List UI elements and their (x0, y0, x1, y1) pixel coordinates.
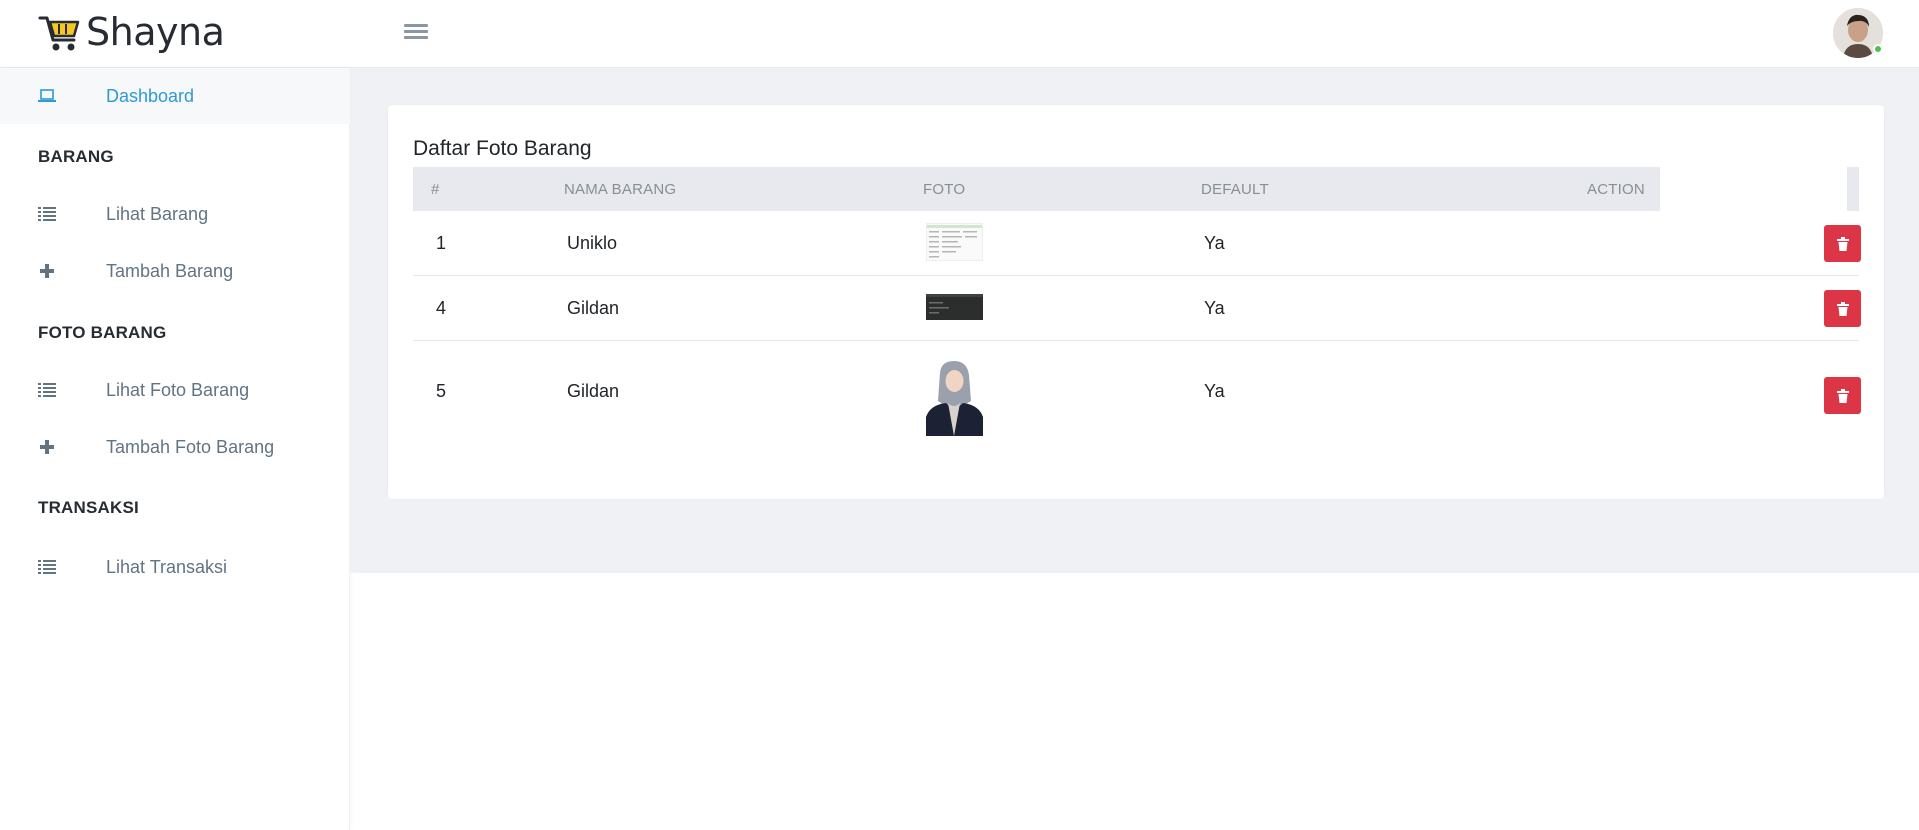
sidebar-heading-transaksi: TRANSAKSI (38, 498, 139, 517)
row-nama-barang: Gildan (567, 381, 620, 401)
delete-button[interactable] (1824, 377, 1861, 414)
delete-button[interactable] (1824, 225, 1861, 262)
column-header-foto: FOTO (923, 181, 966, 198)
list-icon (38, 558, 56, 576)
laptop-icon (38, 87, 56, 105)
sidebar-item-lihat-transaksi[interactable]: Lihat Transaksi (0, 539, 350, 595)
row-nama-barang: Uniklo (567, 233, 618, 253)
sidebar-item-tambah-barang[interactable]: Tambah Barang (0, 243, 350, 299)
online-status-icon (1873, 44, 1883, 54)
row-id: 5 (436, 381, 447, 401)
column-header-number: # (431, 181, 440, 198)
brand-logo[interactable]: Shayna (38, 10, 225, 54)
column-header-action: ACTION (1587, 181, 1645, 198)
table-header-scroll (1847, 167, 1859, 211)
row-default: Ya (1204, 381, 1225, 401)
foto-barang-card: Daftar Foto Barang # NAMA BARANG FOTO DE… (388, 105, 1884, 499)
product-photo[interactable] (926, 294, 983, 320)
sidebar-item-label: Lihat Barang (106, 203, 209, 224)
sidebar-item-lihat-barang[interactable]: Lihat Barang (0, 186, 350, 242)
sidebar-heading-foto-barang: FOTO BARANG (38, 323, 167, 342)
top-header: Shayna (0, 0, 1919, 68)
card-title: Daftar Foto Barang (413, 137, 592, 160)
plus-icon (38, 438, 56, 456)
sidebar-item-label: Lihat Transaksi (106, 556, 228, 577)
column-header-default: DEFAULT (1201, 181, 1269, 198)
trash-icon (1836, 388, 1849, 403)
row-nama-barang: Gildan (567, 298, 620, 318)
plus-icon (38, 262, 56, 280)
product-photo[interactable] (926, 223, 983, 261)
trash-icon (1836, 301, 1849, 316)
row-id: 4 (436, 298, 447, 318)
table-row: 5 Gildan Ya (413, 341, 1861, 441)
sidebar-item-lihat-foto-barang[interactable]: Lihat Foto Barang (0, 362, 350, 418)
hamburger-icon[interactable] (404, 24, 428, 44)
sidebar-item-label: Dashboard (106, 85, 195, 106)
sidebar-heading-barang: BARANG (38, 147, 114, 166)
sidebar-item-label: Lihat Foto Barang (106, 379, 250, 400)
table-row: 1 Uniklo Ya (413, 211, 1861, 276)
sidebar-item-dashboard[interactable]: Dashboard (0, 68, 350, 124)
delete-button[interactable] (1824, 290, 1861, 327)
sidebar: Dashboard BARANG Lihat Barang Tambah Bar… (0, 68, 350, 830)
row-default: Ya (1204, 298, 1225, 318)
list-icon (38, 381, 56, 399)
sidebar-item-label: Tambah Barang (106, 260, 234, 281)
list-icon (38, 205, 56, 223)
column-header-nama-barang: NAMA BARANG (564, 181, 677, 198)
product-photo[interactable] (926, 359, 983, 436)
brand-name: Shayna (86, 10, 225, 54)
trash-icon (1836, 236, 1849, 251)
sidebar-item-label: Tambah Foto Barang (106, 436, 275, 457)
table-header: # NAMA BARANG FOTO DEFAULT ACTION (413, 167, 1660, 211)
table-row: 4 Gildan Ya (413, 276, 1861, 341)
cart-icon (38, 16, 80, 51)
row-default: Ya (1204, 233, 1225, 253)
row-id: 1 (436, 233, 447, 253)
sidebar-item-tambah-foto-barang[interactable]: Tambah Foto Barang (0, 419, 350, 475)
